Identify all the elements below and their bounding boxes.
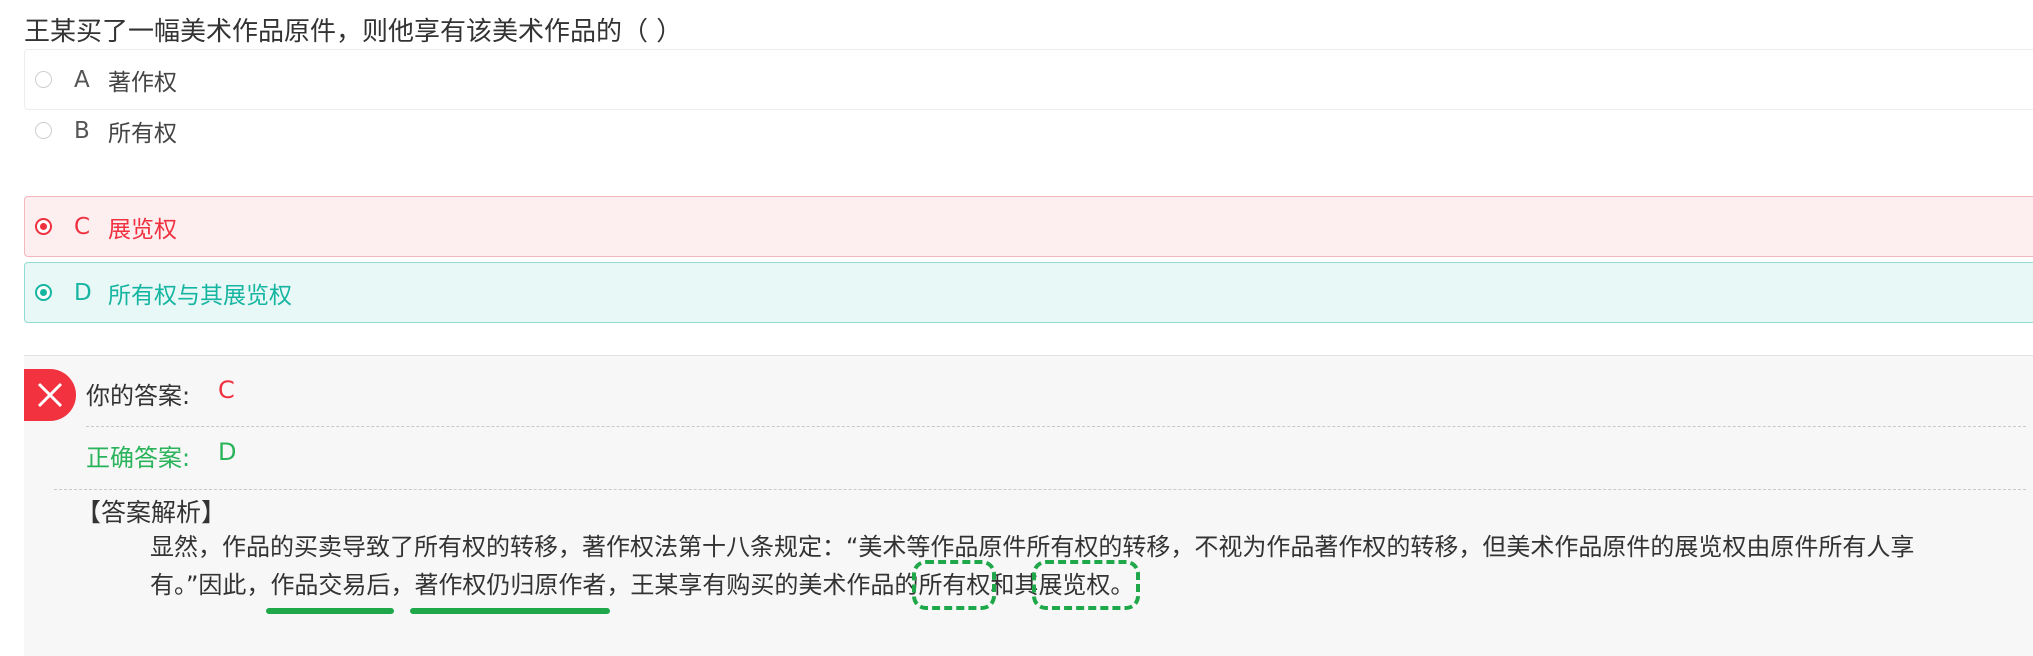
- radio-c[interactable]: [35, 218, 52, 235]
- analysis-text: 和其: [990, 571, 1039, 599]
- analysis-text: ，: [390, 571, 415, 599]
- option-letter: D: [74, 279, 92, 306]
- underline-annotation: 著作权仍归原作者: [410, 566, 611, 614]
- divider: [86, 426, 2026, 427]
- radio-b[interactable]: [35, 122, 52, 139]
- analysis-line-1: 显然，作品的买卖导致了所有权的转移，著作权法第十八条规定：“美术等作品原件所有权…: [150, 533, 1915, 561]
- radio-d[interactable]: [35, 284, 52, 301]
- option-label: 展览权: [108, 216, 177, 243]
- option-letter: B: [74, 117, 90, 144]
- question-text: 王某买了一幅美术作品原件，则他享有该美术作品的（ ）: [24, 17, 683, 47]
- option-label: 所有权与其展览权: [108, 282, 292, 309]
- underline-annotation: 作品交易后: [266, 566, 395, 614]
- analysis-text: 有。”因此，: [150, 571, 271, 599]
- option-label: 著作权: [108, 69, 177, 96]
- option-label: 所有权: [108, 120, 177, 147]
- correct-answer-label: 正确答案:: [86, 444, 191, 472]
- divider: [54, 489, 2026, 490]
- option-b[interactable]: B 所有权: [24, 100, 2033, 161]
- analysis-text: ，王某享有购买的美术作品的: [606, 571, 919, 599]
- option-letter: C: [74, 213, 91, 240]
- radio-a[interactable]: [35, 71, 52, 88]
- box-annotation: 展览权。: [1032, 560, 1141, 610]
- your-answer-label: 你的答案:: [86, 382, 191, 410]
- option-letter: A: [74, 66, 90, 93]
- analysis-title: 【答案解析】: [76, 498, 227, 527]
- close-icon: [24, 369, 76, 421]
- analysis-line-2: 有。”因此，作品交易后，著作权仍归原作者，王某享有购买的美术作品的所有权和其展览…: [150, 560, 2033, 614]
- analysis-body: 显然，作品的买卖导致了所有权的转移，著作权法第十八条规定：“美术等作品原件所有权…: [150, 528, 2033, 614]
- box-annotation: 所有权: [912, 560, 997, 610]
- option-d[interactable]: D 所有权与其展览权: [24, 262, 2033, 323]
- answer-panel: 你的答案: C 正确答案: D 【答案解析】 显然，作品的买卖导致了所有权的转移…: [24, 355, 2033, 656]
- correct-answer-value: D: [218, 438, 237, 466]
- option-c[interactable]: C 展览权: [24, 196, 2033, 257]
- your-answer-value: C: [218, 376, 235, 404]
